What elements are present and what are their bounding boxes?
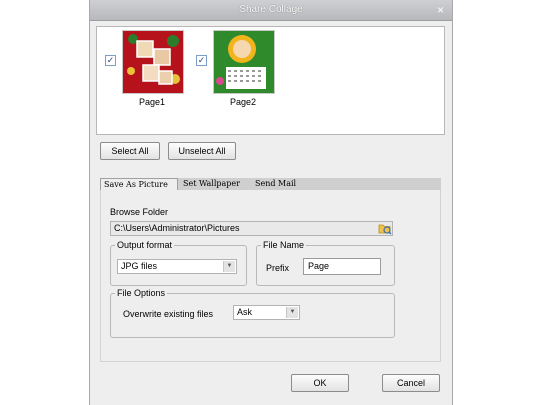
unselect-all-button[interactable]: Unselect All: [168, 142, 236, 160]
page1-thumbnail[interactable]: [122, 30, 184, 94]
select-all-button[interactable]: Select All: [100, 142, 160, 160]
page-list: ✓ Page1 ✓ Page2: [96, 26, 445, 135]
output-format-value: JPG files: [121, 261, 158, 271]
page2-checkbox[interactable]: ✓: [196, 55, 207, 66]
file-name-legend: File Name: [263, 240, 305, 250]
tab-set-wallpaper[interactable]: Set Wallpaper: [180, 178, 256, 190]
window-title: Share Collage: [239, 4, 303, 15]
chevron-down-icon[interactable]: ▼: [286, 307, 298, 318]
folder-browse-icon[interactable]: [377, 221, 393, 236]
overwrite-select[interactable]: Ask ▼: [233, 305, 300, 320]
chevron-down-icon[interactable]: ▼: [223, 261, 235, 272]
page1-checkbox[interactable]: ✓: [105, 55, 116, 66]
ok-button[interactable]: OK: [291, 374, 349, 392]
page2-label: Page2: [229, 97, 257, 107]
tab-send-mail[interactable]: Send Mail: [252, 178, 313, 190]
browse-folder-label: Browse Folder: [110, 207, 169, 217]
page1-collage-image: [123, 31, 183, 93]
title-bar[interactable]: Share Collage ×: [90, 0, 452, 21]
folder-path-field[interactable]: C:\Users\Administrator\Pictures: [110, 221, 393, 236]
tab-bar: Save As Picture Set Wallpaper Send Mail: [100, 178, 441, 190]
prefix-label: Prefix: [266, 263, 290, 273]
overwrite-value: Ask: [237, 307, 253, 317]
page2-thumbnail[interactable]: [213, 30, 275, 94]
output-format-legend: Output format: [117, 240, 173, 250]
page2-calendar-image: [214, 31, 274, 93]
file-options-legend: File Options: [117, 288, 166, 298]
close-icon[interactable]: ×: [437, 3, 444, 17]
page1-label: Page1: [138, 97, 166, 107]
output-format-select[interactable]: JPG files ▼: [117, 259, 237, 274]
tab-save-as-picture[interactable]: Save As Picture: [100, 178, 178, 190]
overwrite-label: Overwrite existing files: [123, 309, 214, 319]
prefix-input[interactable]: Page: [303, 258, 381, 275]
cancel-button[interactable]: Cancel: [382, 374, 440, 392]
